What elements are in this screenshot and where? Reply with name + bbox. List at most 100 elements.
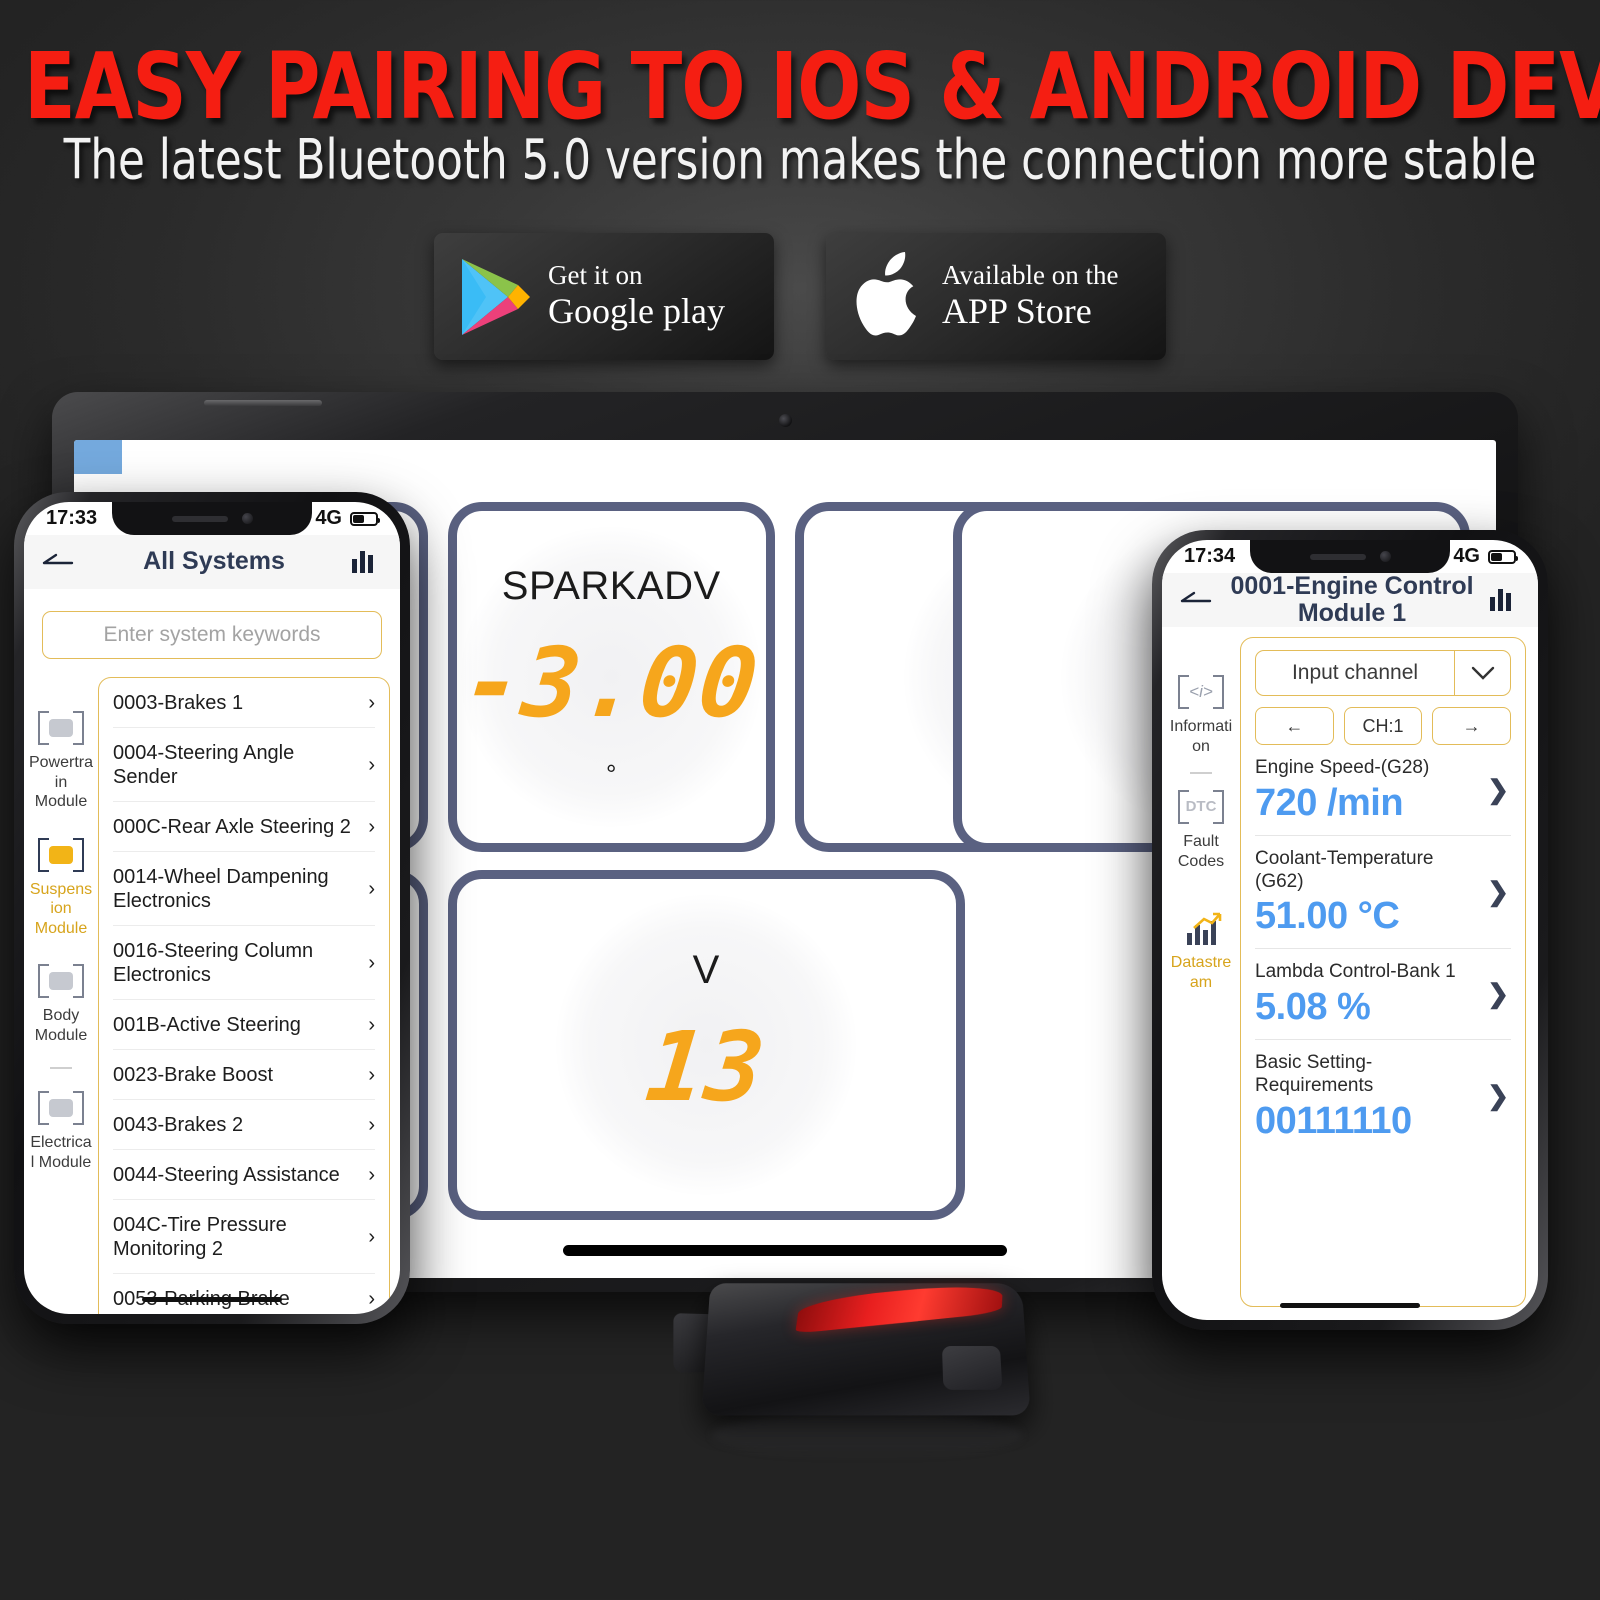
channel-select[interactable]: Input channel <box>1255 650 1511 696</box>
systems-list: 0003-Brakes 1 › 0004-Steering Angle Sende… <box>98 677 390 1314</box>
system-label: 001B-Active Steering <box>113 1014 301 1036</box>
list-item[interactable]: 000C-Rear Axle Steering 2 › <box>113 802 375 852</box>
system-label: 0016-Steering Column Electronics <box>113 940 314 986</box>
datastream-body: <i> Informati on DTC Fault Codes Datastr… <box>1162 637 1538 1307</box>
app-store-badge[interactable]: Available on the APP Store <box>826 233 1166 360</box>
app-store-badge-text: Available on the APP Store <box>942 260 1118 332</box>
system-label: 0003-Brakes 1 <box>113 692 244 714</box>
tab-datastream[interactable]: Datastre am <box>1162 901 1240 1002</box>
prev-channel-button[interactable]: ← <box>1255 707 1334 745</box>
system-label: 0044-Steering Assistance <box>113 1164 340 1186</box>
chevron-right-icon: ❯ <box>1487 978 1509 1009</box>
system-label: 0014-Wheel Dampening Electronics <box>113 866 329 912</box>
list-item[interactable]: 0016-Steering Column Electronics › <box>113 926 375 1000</box>
tab-label: Informati on <box>1169 718 1233 755</box>
module-suspension[interactable]: Suspens ion Module <box>24 828 98 949</box>
chevron-right-icon: › <box>368 1288 375 1310</box>
page-title: All Systems <box>143 547 285 576</box>
gauge-name: V <box>692 947 720 992</box>
tab-information[interactable]: <i> Informati on <box>1162 665 1240 766</box>
car-body-icon <box>38 964 84 999</box>
module-powertrain[interactable]: Powertra in Module <box>24 701 98 822</box>
google-play-badge[interactable]: Get it on Google play <box>434 233 774 360</box>
divider <box>50 1067 72 1070</box>
function-tab-rail: <i> Informati on DTC Fault Codes Datastr… <box>1162 637 1240 1307</box>
menu-bars-icon[interactable] <box>352 551 382 573</box>
back-arrow-icon[interactable] <box>1180 590 1214 611</box>
tablet-home-indicator[interactable] <box>563 1245 1007 1256</box>
electrical-icon <box>38 1091 84 1126</box>
chevron-right-icon: › <box>368 1164 375 1186</box>
list-item[interactable]: 0004-Steering Angle Sender › <box>113 728 375 802</box>
datastream-panel: Input channel ← CH:1 → Engine Speed-(G28… <box>1240 637 1526 1307</box>
chevron-right-icon: ❯ <box>1487 876 1509 907</box>
module-electrical[interactable]: Electrica l Module <box>24 1081 98 1182</box>
gauge-tile[interactable]: V 13 <box>447 870 965 1220</box>
module-label: Body Module <box>34 1007 88 1044</box>
list-item[interactable]: 0023-Brake Boost › <box>113 1050 375 1100</box>
home-indicator[interactable] <box>1280 1303 1420 1308</box>
phone-right-screen: 17:34 4G 0001-Engine Control Module 1 <i… <box>1162 540 1538 1320</box>
datastream-row[interactable]: Basic Setting-Requirements 00111110 ❯ <box>1255 1040 1511 1153</box>
next-channel-button[interactable]: → <box>1432 707 1512 745</box>
network-type-label: 4G <box>1453 545 1480 567</box>
phone-notch <box>112 502 312 535</box>
home-indicator[interactable] <box>142 1297 282 1302</box>
list-item[interactable]: 0044-Steering Assistance › <box>113 1150 375 1200</box>
system-label: 0004-Steering Angle Sender <box>113 742 295 788</box>
list-item[interactable]: 001B-Active Steering › <box>113 1000 375 1050</box>
status-time: 17:34 <box>1184 545 1236 567</box>
tab-label: Fault Codes <box>1177 833 1225 870</box>
datastream-row[interactable]: Coolant-Temperature (G62) 51.00 °C ❯ <box>1255 836 1511 950</box>
datastream-label: Engine Speed-(G28) <box>1255 757 1430 778</box>
module-rail: Powertra in Module Suspens ion Module Bo… <box>24 677 98 1314</box>
dtc-icon: DTC <box>1178 790 1224 825</box>
datastream-value: 5.08 % <box>1255 986 1371 1029</box>
chevron-right-icon: › <box>368 1114 375 1136</box>
gauge-value: -3.00 <box>458 627 765 739</box>
back-arrow-icon[interactable] <box>42 552 76 573</box>
tab-fault-codes[interactable]: DTC Fault Codes <box>1162 780 1240 881</box>
search-input[interactable]: Enter system keywords <box>42 611 382 659</box>
current-channel-label: CH:1 <box>1343 707 1423 745</box>
apple-logo-icon <box>848 251 926 343</box>
gauge-name: SPARKADV <box>501 564 721 608</box>
system-label: 0023-Brake Boost <box>113 1064 274 1086</box>
module-label: Electrica l Module <box>30 1134 92 1171</box>
page-title: 0001-Engine Control Module 1 <box>1230 571 1474 627</box>
gauge-tile-sparkadv[interactable]: SPARKADV -3.00 ° <box>447 502 775 852</box>
module-label: Powertra in Module <box>28 754 94 811</box>
datastream-label: Coolant-Temperature (G62) <box>1255 847 1434 892</box>
badge-line-1: Get it on <box>548 260 643 291</box>
system-label: 000C-Rear Axle Steering 2 <box>113 816 351 838</box>
datastream-label: Basic Setting-Requirements <box>1255 1052 1374 1096</box>
channel-nav: ← CH:1 → <box>1255 707 1512 745</box>
phone-notch <box>1250 540 1450 573</box>
tablet-corner-tab <box>74 440 122 474</box>
chevron-down-icon[interactable] <box>1454 651 1510 695</box>
list-item[interactable]: 0053-Parking Brake› <box>113 1274 375 1314</box>
datastream-row[interactable]: Engine Speed-(G28) 720 /min ❯ <box>1255 745 1511 836</box>
chart-icon <box>1178 911 1224 946</box>
status-time: 17:33 <box>46 507 98 529</box>
dongle-reflection <box>712 1412 1022 1458</box>
badge-line-2: Google play <box>548 291 725 332</box>
engine-icon <box>38 711 84 745</box>
chevron-right-icon: › <box>368 754 375 776</box>
datastream-row[interactable]: Lambda Control-Bank 1 5.08 % ❯ <box>1255 949 1511 1041</box>
list-item[interactable]: 004C-Tire Pressure Monitoring 2 › <box>113 1200 375 1274</box>
earpiece-speaker-icon <box>171 515 228 522</box>
module-body[interactable]: Body Module <box>24 954 98 1055</box>
gauge-unit: ° <box>606 759 617 789</box>
tablet-speaker <box>204 400 322 406</box>
datastream-value: 00111110 <box>1255 1099 1412 1142</box>
tablet-camera-icon <box>779 414 792 427</box>
module-label: Suspens ion Module <box>29 880 93 937</box>
menu-bars-icon[interactable] <box>1490 589 1520 611</box>
system-label: 0043-Brakes 2 <box>113 1114 244 1136</box>
datastream-value: 51.00 °C <box>1255 895 1400 938</box>
list-item[interactable]: 0014-Wheel Dampening Electronics › <box>113 852 375 926</box>
dongle-body <box>701 1280 1031 1416</box>
list-item[interactable]: 0043-Brakes 2 › <box>113 1100 375 1150</box>
list-item[interactable]: 0003-Brakes 1 › <box>113 678 375 728</box>
